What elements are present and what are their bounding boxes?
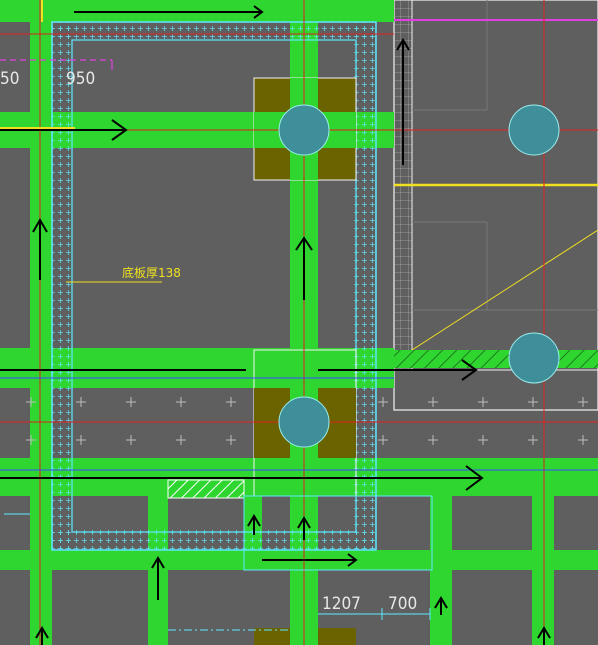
dim-top: 950	[66, 69, 95, 89]
adjacent-building	[393, 0, 598, 411]
dim-bottom-2: 700	[388, 594, 417, 614]
pile-right-top	[508, 104, 560, 156]
pile-top	[278, 104, 330, 156]
dim-bottom-1: 1207	[322, 594, 361, 614]
room-label: 底板厚138	[122, 265, 181, 280]
dim-left-partial: 50	[0, 69, 19, 89]
cad-canvas: +	[0, 0, 598, 645]
pile-middle	[278, 396, 330, 448]
hatched-opening-pattern	[168, 480, 244, 498]
column-box-bottom	[254, 628, 356, 645]
cad-drawing: +	[0, 0, 598, 645]
pile-right-bottom	[508, 332, 560, 384]
